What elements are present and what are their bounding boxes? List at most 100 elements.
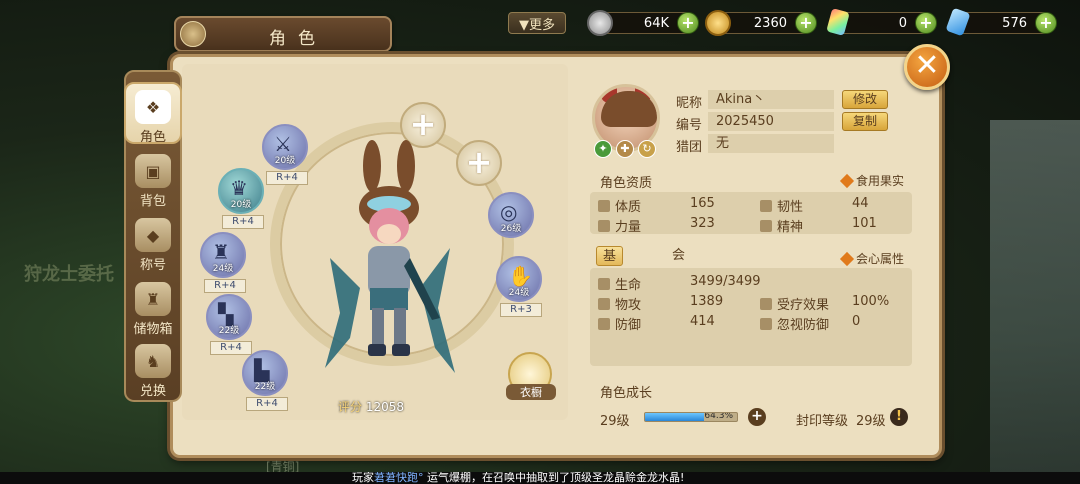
add-diamond-button[interactable]: + (1035, 12, 1057, 34)
alert-diamond-icon (839, 173, 855, 188)
equip-slot-shoulder[interactable]: ♛ 20级 R+4 (218, 168, 264, 229)
critical-attributes-link[interactable]: 会心属性 (839, 250, 905, 267)
currency-bar: ▼更多 64K + 2360 + 0 + 576 + (0, 7, 1080, 37)
guild-row: 猎团 无 (676, 134, 926, 155)
add-accessory-slot[interactable]: + (456, 140, 502, 186)
equip-slot-legs[interactable]: ▚ 22级 R+4 (206, 294, 252, 355)
close-button[interactable]: ✕ (904, 44, 950, 90)
exchange-bag-icon: ♞ (135, 344, 171, 378)
slot-refine: R+4 (204, 279, 246, 293)
slot-level: 24级 (212, 264, 234, 274)
aptitude-title: 角色资质 (600, 176, 653, 191)
seal-level-label: 封印等级 (796, 414, 849, 429)
stat-healing-label: 受疗效果 (760, 294, 829, 313)
armor-icon: ❖ (135, 90, 171, 124)
score-label: 评分 (338, 400, 363, 414)
copy-id-button[interactable]: 复制 (842, 112, 888, 131)
slot-level: 24级 (508, 288, 530, 298)
seal-info-button[interactable]: ! (890, 408, 908, 426)
tab-label: 储物箱 (133, 322, 173, 337)
blue-diamond-icon (945, 7, 971, 37)
system-ticker: 玩家莙莙快跑° 运气爆棚，在召唤中抽取到了顶级圣龙晶赊金龙水晶! (0, 472, 1080, 484)
equip-slot-ring[interactable]: ◎ 26级 (488, 192, 534, 238)
score-value: 12058 (365, 400, 405, 414)
currency-crystal: 0 + (826, 8, 937, 36)
stat-ignore-defense-value: 0 (852, 314, 861, 329)
healing-icon (760, 298, 772, 310)
slot-level: 20级 (274, 156, 296, 166)
tab-character[interactable]: ❖ 角色 (124, 82, 182, 145)
backpack-icon: ▣ (135, 154, 171, 188)
page-title: 角色 (269, 29, 327, 49)
stat-defense-label: 防御 (598, 314, 641, 333)
slot-level: 20级 (230, 200, 252, 210)
background-scenery (990, 120, 1080, 480)
add-crystal-button[interactable]: + (915, 12, 937, 34)
strength-icon (598, 220, 610, 232)
equip-slot-weapon[interactable]: ⚔ 20级 R+4 (262, 124, 308, 185)
id-label: 编号 (676, 118, 703, 133)
ticker-message: 运气爆棚，在召唤中抽取到了顶级圣龙晶赊金龙水晶! (427, 472, 685, 484)
slot-level: 22级 (218, 326, 240, 336)
tab-label: 称号 (139, 258, 166, 273)
character-level: 29级 (600, 414, 630, 429)
ticker-player[interactable]: 莙莙快跑° (374, 472, 424, 484)
stat-healing-value: 100% (852, 294, 890, 309)
currency-value: 0 (898, 15, 907, 31)
character-figure (325, 140, 455, 373)
id-row: 编号 2025450 复制 (676, 112, 926, 133)
guild-label: 猎团 (676, 140, 703, 155)
stat-attack-label: 物攻 (598, 294, 641, 313)
currency-value: 64K (643, 15, 669, 31)
slot-refine: R+3 (500, 303, 542, 317)
tab-backpack[interactable]: ▣ 背包 (126, 148, 180, 210)
slot-level: 22级 (254, 382, 276, 392)
star-badge-icon[interactable]: ✦ (594, 140, 612, 158)
refresh-badge-icon[interactable]: ↻ (638, 140, 656, 158)
wardrobe-label: 衣橱 (506, 384, 556, 400)
alert-diamond-icon (839, 251, 855, 266)
rainbow-crystal-icon (826, 8, 850, 36)
currency-diamond: 576 + (945, 7, 1057, 37)
tab-storage[interactable]: ♜ 储物箱 (126, 276, 180, 338)
slot-level: 26级 (500, 224, 522, 234)
score-display: 评分 12058 (338, 398, 404, 415)
shield-icon (598, 318, 610, 330)
exp-progress-bar: 64.3% (644, 412, 738, 422)
edit-nickname-button[interactable]: 修改 (842, 90, 888, 109)
eat-fruit-link[interactable]: 食用果实 (839, 172, 905, 189)
more-button[interactable]: ▼更多 (508, 12, 566, 34)
aptitude-box: 体质 165 韧性 44 力量 323 精神 101 (590, 192, 912, 235)
level-up-button[interactable]: + (748, 408, 766, 426)
stat-toughness-value: 44 (852, 196, 869, 211)
tab-basic-attributes[interactable]: 基础属性 (596, 246, 624, 324)
storage-bag-icon: ♜ (135, 282, 171, 316)
currency-value: 576 (1002, 15, 1027, 31)
silver-coin-icon (587, 10, 613, 36)
sword-icon (598, 298, 610, 310)
stat-spirit-label: 精神 (760, 216, 803, 235)
add-silver-button[interactable]: + (677, 12, 699, 34)
pierce-icon (760, 318, 772, 330)
currency-silver: 64K + (587, 10, 699, 36)
compass-emblem-icon (180, 21, 206, 47)
add-gold-button[interactable]: + (795, 12, 817, 34)
title-plate: 角色 (174, 16, 392, 52)
wardrobe-button[interactable]: 衣橱 (506, 352, 556, 400)
critical-attributes-label: 会心属性 (856, 252, 905, 266)
equip-slot-gloves[interactable]: ✋ 24级 R+3 (496, 256, 542, 317)
equip-slot-chest[interactable]: ♜ 24级 R+4 (200, 232, 246, 293)
stat-spirit-value: 101 (852, 216, 877, 231)
guild-badge-icon[interactable]: ✚ (616, 140, 634, 158)
slot-refine: R+4 (266, 171, 308, 185)
eat-fruit-label: 食用果实 (856, 174, 905, 188)
stat-hp-label: 生命 (598, 274, 641, 293)
equip-slot-boots[interactable]: ▙ 22级 R+4 (242, 350, 288, 411)
spirit-icon (760, 220, 772, 232)
tab-title[interactable]: ◆ 称号 (126, 212, 180, 274)
tab-label: 角色 (139, 130, 166, 145)
guild-value: 无 (708, 134, 834, 153)
tab-critical-attributes[interactable]: 会心属性 (666, 246, 691, 323)
tab-exchange[interactable]: ♞ 兑换 (126, 338, 180, 400)
stat-constitution-label: 体质 (598, 196, 641, 215)
